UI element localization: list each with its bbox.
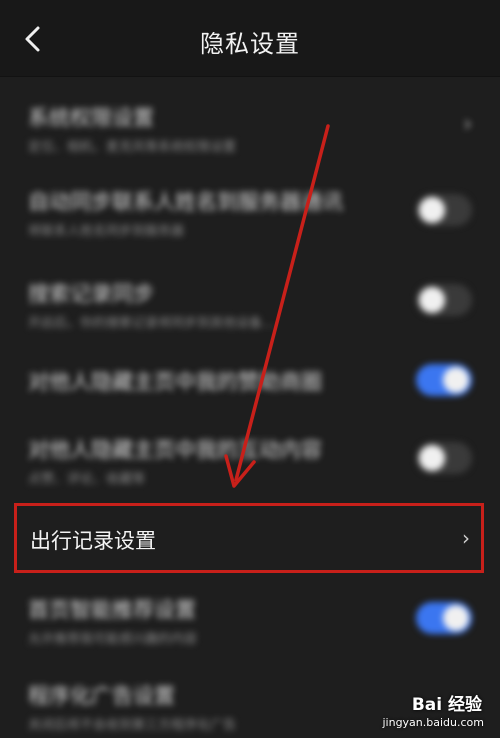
setting-subtitle: 关闭后将不会收到第三方程序化广告 — [28, 718, 237, 733]
setting-title: 自动同步联系人姓名到服务器通讯 — [28, 190, 343, 214]
toggle-smart-recommend[interactable] — [416, 602, 472, 634]
toggle-hide-sponsor[interactable] — [416, 364, 472, 396]
setting-title: 程序化广告设置 — [28, 684, 175, 708]
setting-title: 首页智能推荐设置 — [28, 598, 196, 622]
page-title: 隐私设置 — [200, 30, 300, 58]
toggle-knob — [419, 197, 445, 223]
setting-title: 对他人隐藏主页中我的互动内容 — [28, 438, 322, 462]
setting-row-hide-interaction: 对他人隐藏主页中我的互动内容 点赞、评论、收藏等 — [0, 430, 500, 506]
toggle-knob — [443, 367, 469, 393]
watermark-url: jingyan.baidu.com — [382, 716, 484, 729]
setting-row-search-sync: 搜索记录同步 开启后，你的搜索记录将同步到其他设备… — [0, 268, 500, 344]
toggle-knob — [419, 287, 445, 313]
setting-row-hide-sponsor: 对他人隐藏主页中我的赞助商圈 — [0, 360, 500, 420]
trip-record-settings-label[interactable]: 出行记录设置 — [30, 525, 156, 555]
setting-subtitle: 将联系人姓名同步到服务器 — [28, 224, 185, 239]
setting-subtitle: 开启后，你的搜索记录将同步到其他设备… — [28, 316, 276, 331]
setting-row-sync-contacts: 自动同步联系人姓名到服务器通讯 将联系人姓名同步到服务器 — [0, 176, 500, 252]
setting-title: 系统权限设置 — [28, 106, 154, 130]
setting-row-system-permission[interactable]: 系统权限设置 定位、相机、麦克风等系统权限设置 › — [0, 88, 500, 164]
setting-title: 搜索记录同步 — [28, 282, 154, 306]
setting-subtitle: 允许推荐我可能感兴趣的内容 — [28, 632, 198, 647]
setting-subtitle: 点赞、评论、收藏等 — [28, 472, 146, 487]
toggle-hide-interaction[interactable] — [416, 442, 472, 474]
header-bar: 隐私设置 — [0, 0, 500, 77]
toggle-sync-contacts[interactable] — [416, 194, 472, 226]
toggle-search-sync[interactable] — [416, 284, 472, 316]
toggle-knob — [443, 605, 469, 631]
chevron-right-icon: › — [463, 112, 472, 137]
setting-subtitle: 定位、相机、麦克风等系统权限设置 — [28, 140, 237, 155]
setting-row-smart-recommend: 首页智能推荐设置 允许推荐我可能感兴趣的内容 — [0, 588, 500, 664]
toggle-knob — [419, 445, 445, 471]
chevron-right-icon: › — [462, 526, 470, 550]
setting-title: 对他人隐藏主页中我的赞助商圈 — [28, 370, 322, 394]
watermark-brand: Bai 经验 — [411, 695, 482, 715]
